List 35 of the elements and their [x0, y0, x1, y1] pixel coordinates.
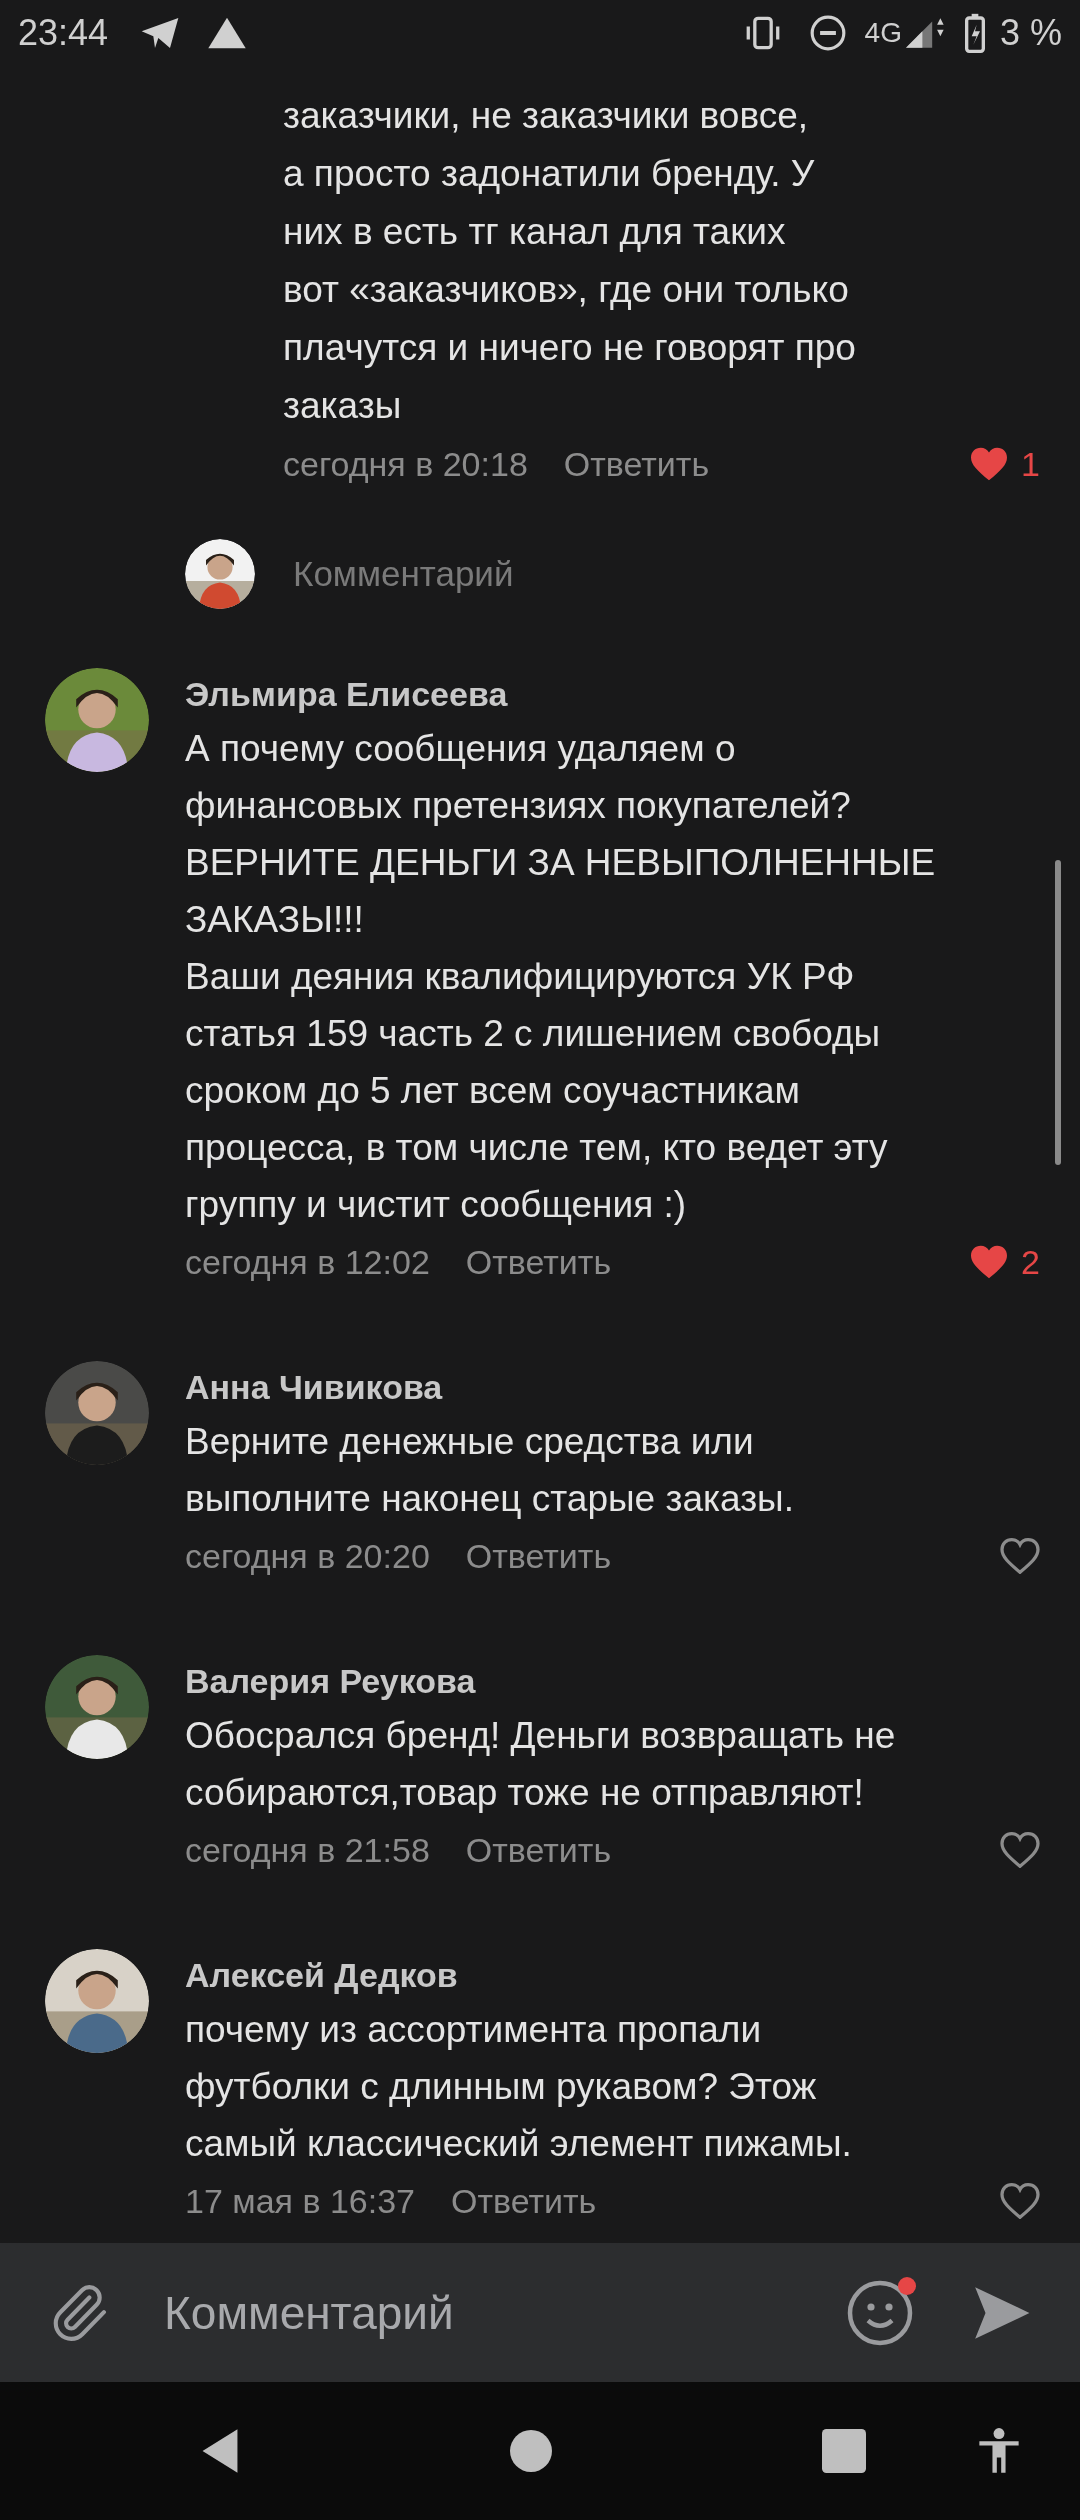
- comment-author[interactable]: Анна Чивикова: [185, 1361, 1040, 1413]
- status-time: 23:44: [18, 10, 109, 55]
- battery-level: 3 %: [999, 10, 1062, 55]
- reply-button[interactable]: Ответить: [563, 438, 710, 490]
- network-type: 4G: [864, 15, 902, 50]
- comment-author[interactable]: Валерия Реукова: [185, 1655, 1040, 1707]
- comment-text: А почему сообщения удаляем о финансовых претензиях покупателей? ВЕРНИТЕ ДЕНЬГИ ЗА НЕВЫПОЛНЕННЫЕ ЗАКАЗЫ!!! Ваши деяния квалифицируются УК РФ статья 159 часть 2 с лишением свободы сроком до 5 лет всем соучастникам процесса, в том числе тем, кто ведет эту группу и чистит сообщения :): [185, 727, 937, 1227]
- heart-icon[interactable]: [1000, 1538, 1040, 1574]
- comment-input-bar[interactable]: Комментарий: [0, 2243, 1080, 2382]
- reply-button[interactable]: Ответить: [465, 1530, 612, 1582]
- accessibility-icon[interactable]: [976, 2427, 1022, 2475]
- home-icon[interactable]: [510, 2430, 552, 2472]
- comment-time: сегодня в 12:02: [185, 1241, 430, 1283]
- comment-time: сегодня в 21:58: [185, 1829, 430, 1871]
- reply-button[interactable]: Ответить: [451, 2175, 597, 2227]
- comment-text: Обосрался бренд! Деньги возвращать не собираются,товар тоже не отправляют!: [185, 1714, 897, 1815]
- comment-time: 17 мая в 16:37: [185, 2180, 415, 2222]
- comment-field[interactable]: Комментарий: [293, 547, 893, 601]
- heart-icon[interactable]: [1000, 2183, 1040, 2219]
- comment-author[interactable]: Алексей Дедков: [185, 1949, 1040, 2001]
- paper-plane-icon: [140, 15, 181, 50]
- like-count: 1: [1021, 443, 1040, 485]
- heart-icon[interactable]: [969, 1244, 1010, 1280]
- comment-text: почему из ассортимента пропали футболки с длинным рукавом? Этож самый классический элемент пижамы.: [185, 2008, 853, 2166]
- reply-button[interactable]: Ответить: [465, 1236, 612, 1288]
- comment-time: сегодня в 20:18: [283, 443, 528, 485]
- comment-text: заказчики, не заказчики вовсе, а просто задонатили бренду. У них в есть тг канал для таких вот «заказчиков», где они только плачутся и ничего не говорят про заказы: [283, 94, 857, 428]
- heart-icon[interactable]: [1000, 1832, 1040, 1868]
- comment-time: сегодня в 20:20: [185, 1535, 430, 1577]
- like-count: 2: [1021, 1241, 1040, 1283]
- reply-button[interactable]: Ответить: [465, 1824, 612, 1876]
- comment-text: Верните денежные средства или выполните наконец старые заказы.: [185, 1420, 795, 1521]
- comment-author[interactable]: Эльмира Елисеева: [185, 668, 1040, 720]
- do-not-disturb-icon: [808, 13, 847, 52]
- heart-icon[interactable]: [969, 446, 1010, 482]
